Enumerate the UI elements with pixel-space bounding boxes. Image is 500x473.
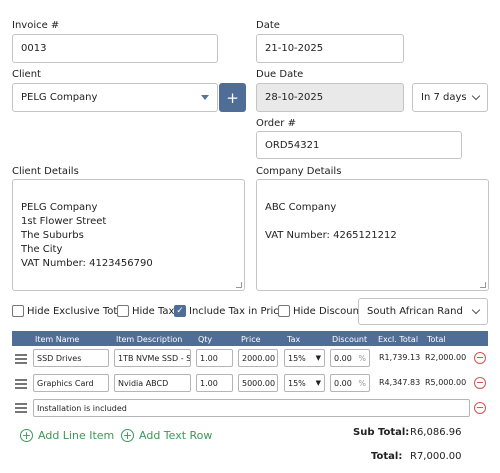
hide-discount-checkbox[interactable] [278, 305, 290, 317]
excl-total-value: R4,347.83 [379, 378, 421, 387]
client-label: Client [12, 69, 41, 80]
chevron-down-icon [201, 95, 209, 100]
remove-row-icon[interactable] [474, 377, 486, 389]
due-date-label: Due Date [256, 69, 304, 80]
discount-unit: % [358, 378, 366, 388]
col-item-description: Item Description [116, 335, 183, 344]
invoice-number-input[interactable]: 0013 [12, 34, 218, 63]
hide-exclusive-total-checkbox[interactable] [12, 305, 24, 317]
total-value: R2,000.00 [425, 353, 467, 362]
discount-input[interactable]: 0.00 % [330, 374, 370, 392]
price-input[interactable]: 5000.00 [238, 374, 278, 392]
qty-input[interactable]: 1.00 [196, 349, 233, 367]
discount-value: 0.00 [334, 353, 352, 363]
tax-select[interactable]: 15% ▼ [284, 349, 325, 367]
sub-total-label: Sub Total: [353, 427, 410, 438]
hide-tax-option[interactable]: Hide Tax [117, 305, 174, 317]
col-excl-total: Excl. Total [378, 335, 419, 344]
hide-tax-checkbox[interactable] [117, 305, 129, 317]
due-date-term-select[interactable]: In 7 days [412, 83, 488, 112]
date-label: Date [256, 20, 280, 31]
add-text-row-button[interactable]: + Add Text Row [121, 429, 212, 442]
hide-discount-option[interactable]: Hide Discount [278, 305, 363, 317]
drag-handle-icon[interactable] [15, 379, 27, 391]
add-circle-icon: + [121, 429, 134, 442]
client-details-text: PELG Company 1st Flower Street The Subur… [21, 202, 153, 269]
chevron-down-icon [471, 91, 481, 101]
remove-row-icon[interactable] [474, 402, 486, 414]
checkmark-icon[interactable]: ✓ [174, 305, 186, 317]
item-description-input[interactable]: Nvidia ABCD [114, 374, 191, 392]
add-client-button[interactable]: + [219, 83, 246, 112]
company-details-textarea[interactable]: ABC Company VAT Number: 4265121212 [256, 179, 489, 291]
item-name-input[interactable]: Graphics Card [33, 374, 109, 392]
due-date-term-value: In 7 days [421, 92, 467, 103]
company-details-text: ABC Company VAT Number: 4265121212 [265, 202, 397, 241]
price-input[interactable]: 2000.00 [238, 349, 278, 367]
total-label: Total: [371, 451, 403, 462]
client-select-value: PELG Company [21, 92, 98, 103]
client-details-label: Client Details [12, 166, 79, 177]
order-number-input[interactable]: ORD54321 [256, 131, 462, 159]
drag-handle-icon[interactable] [15, 354, 27, 366]
client-details-textarea[interactable]: PELG Company 1st Flower Street The Subur… [12, 179, 245, 291]
sub-total-value: R6,086.96 [410, 427, 462, 438]
date-input[interactable]: 21-10-2025 [256, 34, 404, 63]
add-circle-icon: + [20, 429, 33, 442]
hide-tax-label: Hide Tax [132, 305, 175, 317]
dropdown-arrow-icon: ▼ [315, 354, 321, 362]
remove-row-icon[interactable] [474, 352, 486, 364]
qty-input[interactable]: 1.00 [196, 374, 233, 392]
chevron-down-icon [471, 305, 481, 315]
add-text-row-label: Add Text Row [139, 429, 213, 442]
currency-select[interactable]: South African Rand [358, 298, 488, 325]
item-name-input[interactable]: SSD Drives [33, 349, 109, 367]
excl-total-value: R1,739.13 [379, 353, 421, 362]
tax-select[interactable]: 15% ▼ [284, 374, 325, 392]
total-amount-value: R7,000.00 [410, 451, 462, 462]
col-item-name: Item Name [35, 335, 80, 344]
hide-exclusive-total-option[interactable]: Hide Exclusive Total [12, 305, 126, 317]
hide-discount-label: Hide Discount [293, 305, 363, 317]
company-details-label: Company Details [256, 166, 342, 177]
col-price: Price [241, 335, 261, 344]
col-discount: Discount [332, 335, 368, 344]
col-qty: Qty [198, 335, 213, 344]
order-number-label: Order # [256, 118, 296, 129]
due-date-input: 28-10-2025 [256, 83, 404, 112]
add-line-item-label: Add Line Item [38, 429, 115, 442]
dropdown-arrow-icon: ▼ [315, 379, 321, 387]
client-select[interactable]: PELG Company [12, 83, 218, 112]
col-tax: Tax [287, 335, 301, 344]
currency-value: South African Rand [367, 306, 463, 317]
resize-handle-icon[interactable] [480, 282, 486, 288]
discount-input[interactable]: 0.00 % [330, 349, 370, 367]
total-value: R5,000.00 [425, 378, 467, 387]
table-header: Item Name Item Description Qty Price Tax… [12, 331, 488, 346]
item-description-input[interactable]: 1TB NVMe SSD - Se [114, 349, 191, 367]
include-tax-in-price-label: Include Tax in Price [189, 305, 285, 317]
hide-exclusive-total-label: Hide Exclusive Total [27, 305, 127, 317]
drag-handle-icon[interactable] [15, 403, 27, 415]
resize-handle-icon[interactable] [236, 282, 242, 288]
tax-value: 15% [288, 353, 306, 363]
discount-value: 0.00 [334, 378, 352, 388]
add-line-item-button[interactable]: + Add Line Item [20, 429, 114, 442]
text-row-input[interactable]: Installation is included [33, 399, 470, 417]
col-total: Total [427, 335, 446, 344]
tax-value: 15% [288, 378, 306, 388]
discount-unit: % [358, 353, 366, 363]
include-tax-in-price-option[interactable]: ✓ Include Tax in Price [174, 305, 285, 317]
invoice-number-label: Invoice # [12, 20, 60, 31]
